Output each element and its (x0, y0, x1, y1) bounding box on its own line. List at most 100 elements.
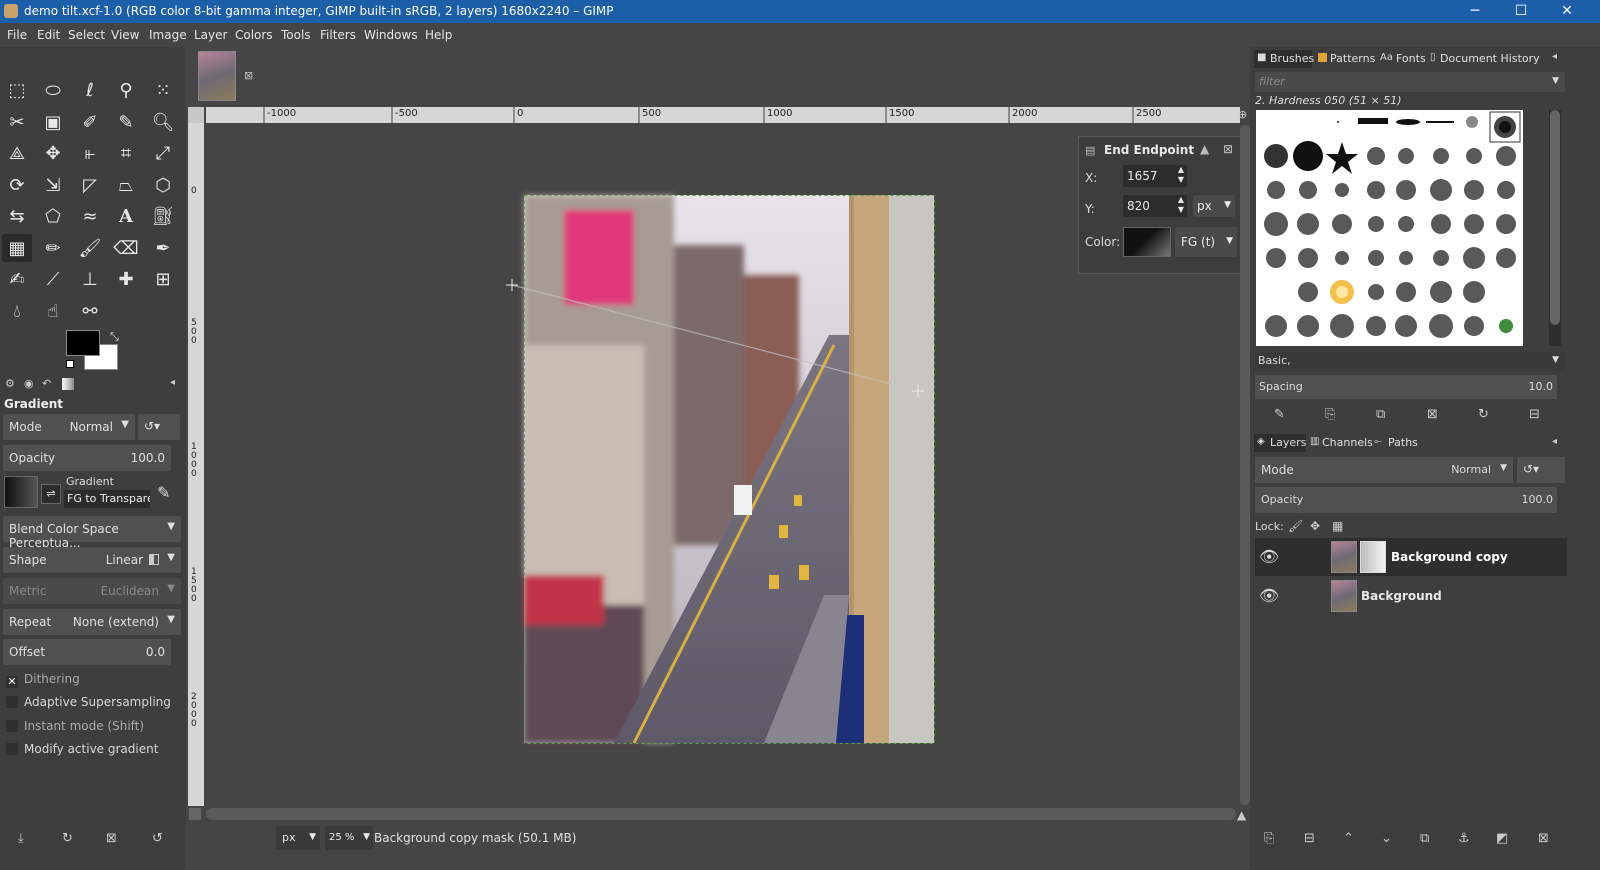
duplicate-brush-icon[interactable]: ⧉ (1376, 407, 1385, 422)
brush-tag-select[interactable]: Basic, ▼ (1255, 352, 1565, 370)
delete-brush-icon[interactable]: ⊠ (1427, 407, 1438, 422)
heal-tool-icon[interactable]: ✚ (111, 265, 141, 293)
mode-select[interactable]: Mode Normal ▼ (3, 414, 135, 440)
close-dialog-icon[interactable]: ⊠ (1223, 142, 1233, 156)
dithering-checkbox[interactable]: ✕ Dithering (6, 672, 80, 688)
close-button[interactable]: ✕ (1544, 0, 1590, 23)
add-mask-icon[interactable]: ◩ (1496, 831, 1508, 846)
undo-history-tab-icon[interactable]: ↶ (42, 377, 51, 390)
ellipse-select-tool-icon[interactable]: ⬭ (38, 76, 68, 104)
brush-filter-input[interactable]: filter ▼ (1255, 72, 1565, 92)
rotate-tool-icon[interactable]: ⟳ (2, 171, 32, 199)
menu-colors[interactable]: Colors (235, 28, 273, 42)
tab-paths[interactable]: ⟜ Paths (1372, 434, 1422, 452)
text-tool-icon[interactable]: A (111, 202, 141, 230)
blur-tool-icon[interactable]: 💧︎ (2, 297, 32, 325)
brush-grid[interactable] (1256, 110, 1523, 346)
new-brush-icon[interactable]: ⎘ (1325, 407, 1335, 422)
raise-layer-icon[interactable]: ⌃ (1343, 831, 1354, 846)
spacing-slider[interactable]: Spacing 10.0 (1255, 375, 1557, 399)
new-layer-group-icon[interactable]: ⊟ (1304, 831, 1315, 846)
gradient-preview[interactable] (4, 476, 38, 508)
lock-alpha-icon[interactable]: ▦ (1332, 519, 1343, 533)
gradient-name-field[interactable]: FG to Transparer (64, 490, 150, 508)
pencil-tool-icon[interactable]: ✏ (38, 234, 68, 262)
lock-pixels-icon[interactable]: 🖌︎ (1288, 519, 1303, 533)
brush-grid-scrollbar[interactable] (1549, 110, 1561, 346)
tab-channels[interactable]: ▥ Channels (1308, 434, 1373, 452)
select-by-color-tool-icon[interactable]: ⁙ (148, 76, 178, 104)
configure-tab-icon[interactable]: ◂ (170, 377, 175, 388)
eye-icon[interactable]: 👁︎ (1259, 586, 1279, 605)
shear-tool-icon[interactable]: ◸ (75, 171, 105, 199)
save-tool-preset-icon[interactable]: ⤓ (18, 831, 24, 846)
edit-brush-icon[interactable]: ✎ (1274, 407, 1285, 422)
ink-tool-icon[interactable]: ✍ (2, 265, 32, 293)
vertical-scrollbar[interactable] (1240, 125, 1250, 805)
tab-document-history[interactable]: ▯ Document History (1428, 50, 1540, 68)
open-brush-icon[interactable]: ⊟ (1529, 407, 1540, 422)
zoom-image-icon[interactable]: ⊕ (1238, 108, 1247, 121)
menu-help[interactable]: Help (425, 28, 452, 42)
bucket-fill-tool-icon[interactable]: ⛽︎ (148, 202, 178, 230)
minimize-button[interactable]: ─ (1452, 0, 1498, 23)
lower-layer-icon[interactable]: ⌄ (1381, 831, 1392, 846)
default-colors-icon[interactable] (66, 360, 74, 368)
offset-slider[interactable]: Offset 0.0 (3, 639, 171, 665)
mypaint-brush-tool-icon[interactable]: ⟋ (38, 265, 68, 293)
crop-tool-icon[interactable]: ⌗ (111, 139, 141, 167)
navigate-icon[interactable]: ▲ (1237, 808, 1246, 822)
clone-tool-icon[interactable]: ⊥ (75, 265, 105, 293)
menu-windows[interactable]: Windows (364, 28, 418, 42)
color-type-select[interactable]: FG (t) ▼ (1175, 227, 1237, 257)
layer-mask-thumbnail[interactable] (1360, 541, 1386, 573)
tab-brushes[interactable]: ■ Brushes (1254, 50, 1314, 68)
y-spinbox[interactable]: 820 ▲ ▼ (1123, 195, 1187, 217)
horizontal-scrollbar[interactable] (206, 808, 1236, 820)
foreground-color-swatch[interactable] (66, 330, 100, 356)
unit-select[interactable]: px ▼ (1193, 195, 1235, 217)
3d-transform-tool-icon[interactable]: ⬡ (148, 171, 178, 199)
mode-reset-button[interactable]: ↺▾ (138, 414, 180, 440)
refresh-brushes-icon[interactable]: ↻ (1478, 407, 1489, 422)
align-tool-icon[interactable]: ⫦ (75, 139, 105, 167)
fuzzy-select-tool-icon[interactable]: ⚲ (111, 76, 141, 104)
layer-opacity-slider[interactable]: Opacity 100.0 (1255, 487, 1557, 513)
eraser-tool-icon[interactable]: ⌫ (111, 234, 141, 262)
configure-tab-icon[interactable]: ◂ (1552, 51, 1557, 62)
paths-tool-icon[interactable]: ✐ (75, 108, 105, 136)
reverse-gradient-button[interactable]: ⇌ (41, 484, 61, 504)
reset-tool-options-icon[interactable]: ↺ (152, 831, 163, 846)
scroll-thumb[interactable] (1550, 110, 1560, 325)
cage-tool-icon[interactable]: ⬠ (38, 202, 68, 230)
x-spinbox[interactable]: 1657 ▲ ▼ (1123, 165, 1187, 187)
quick-mask-toggle[interactable] (189, 808, 201, 820)
blend-color-space-select[interactable]: Blend Color Space Perceptua... ▼ (3, 516, 181, 550)
images-tab-icon[interactable] (62, 378, 74, 390)
rect-select-tool-icon[interactable]: ⬚ (2, 76, 32, 104)
perspective-tool-icon[interactable]: ⏢ (111, 171, 141, 199)
new-layer-icon[interactable]: ⎘ (1264, 831, 1274, 846)
color-picker-tool-icon[interactable]: ✎ (111, 108, 141, 136)
layer-row[interactable]: 👁︎ Background (1255, 577, 1567, 615)
anchor-layer-icon[interactable]: ⚓︎ (1458, 831, 1470, 846)
pin-icon[interactable]: ▲ (1200, 142, 1209, 156)
lock-position-icon[interactable]: ✥ (1310, 519, 1320, 533)
gradient-tool-icon[interactable]: ▦ (2, 234, 32, 262)
unified-transform-tool-icon[interactable]: ⤢ (148, 139, 178, 167)
adaptive-supersampling-checkbox[interactable]: Adaptive Supersampling (6, 695, 171, 709)
tool-options-tab-icon[interactable]: ⚙ (5, 377, 15, 390)
status-unit-select[interactable]: px ▼ (276, 826, 320, 850)
free-select-tool-icon[interactable]: ℓ (75, 76, 105, 104)
delete-tool-preset-icon[interactable]: ⊠ (106, 831, 117, 846)
scissors-tool-icon[interactable]: ✂ (2, 108, 32, 136)
menu-file[interactable]: File (7, 28, 27, 42)
opacity-slider[interactable]: Opacity 100.0 (3, 445, 171, 471)
tab-patterns[interactable]: Patterns (1316, 50, 1375, 68)
menu-layer[interactable]: Layer (194, 28, 227, 42)
modify-active-gradient-checkbox[interactable]: Modify active gradient (6, 742, 158, 756)
menu-edit[interactable]: Edit (37, 28, 60, 42)
tab-layers[interactable]: ◈ Layers (1254, 434, 1306, 452)
instant-mode-checkbox[interactable]: Instant mode (Shift) (6, 719, 144, 733)
edit-gradient-icon[interactable]: ✎ (157, 483, 170, 502)
